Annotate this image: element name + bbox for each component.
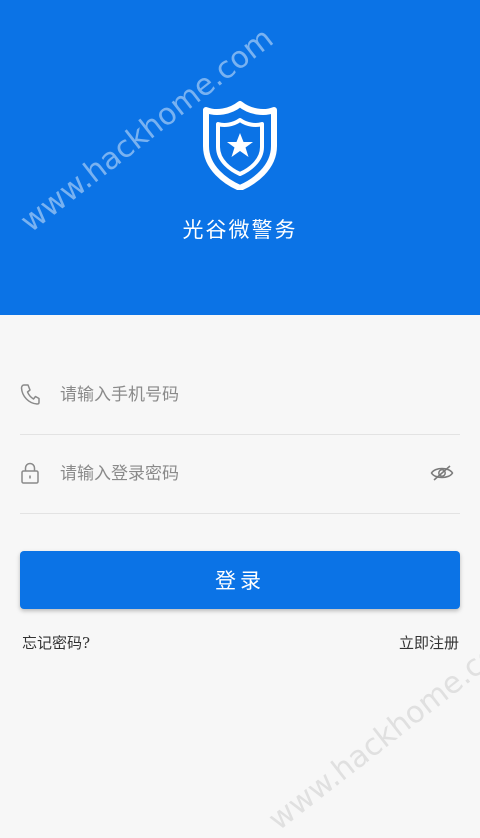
header-banner: 光谷微警务 www.hackhome.com [0, 0, 480, 315]
police-badge-icon [203, 101, 277, 190]
register-link[interactable]: 立即注册 [399, 632, 459, 653]
phone-field[interactable] [20, 356, 460, 435]
login-button[interactable]: 登录 [20, 551, 460, 609]
password-input[interactable] [60, 459, 420, 489]
forgot-password-link[interactable]: 忘记密码? [22, 632, 90, 653]
phone-icon [20, 384, 40, 405]
eye-slash-icon[interactable] [430, 463, 454, 483]
lock-icon [21, 462, 39, 484]
password-field[interactable] [20, 435, 460, 514]
app-title: 光谷微警务 [182, 218, 298, 242]
phone-input[interactable] [60, 380, 420, 410]
